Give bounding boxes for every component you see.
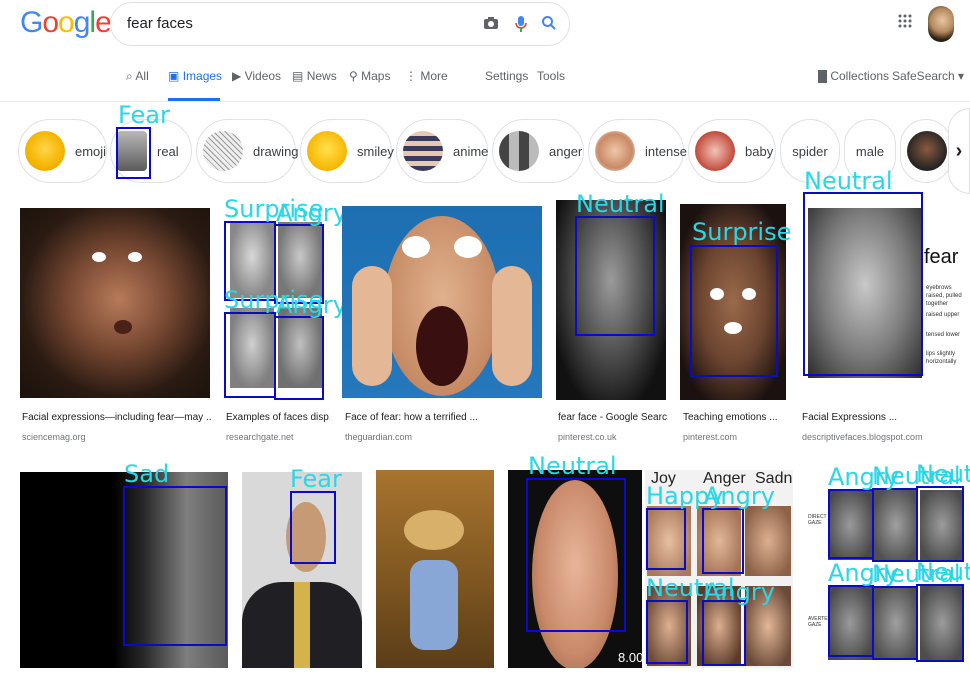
detection-label: Fear <box>290 465 342 493</box>
account-avatar[interactable] <box>928 6 954 42</box>
tab-more[interactable]: ⋮ More <box>405 69 448 83</box>
chip-thumbnail <box>907 131 947 171</box>
result-image[interactable] <box>20 208 210 398</box>
image-icon: ▣ <box>168 69 180 83</box>
detection-label: Surprise <box>692 218 792 246</box>
result-image[interactable] <box>342 206 542 398</box>
detection-box <box>116 127 151 179</box>
result-caption[interactable]: Facial Expressions ... <box>802 412 962 423</box>
chip-thumbnail <box>25 131 65 171</box>
news-icon: ▤ <box>292 69 304 83</box>
map-pin-icon: ⚲ <box>349 69 358 83</box>
tab-videos[interactable]: ▶ Videos <box>232 69 281 83</box>
tools-link[interactable]: Tools <box>537 69 565 83</box>
detection-label: Angry <box>276 291 347 319</box>
detection-box <box>274 316 324 400</box>
detection-box <box>916 584 964 662</box>
detection-label: Neutral <box>576 190 665 218</box>
detection-label: Fear <box>118 101 170 129</box>
chip-thumbnail <box>307 131 347 171</box>
detection-label: Sad <box>124 460 170 488</box>
chip-thumbnail <box>695 131 735 171</box>
detection-box <box>224 312 276 398</box>
chip-anime[interactable]: anime <box>396 119 488 183</box>
chip-thumbnail <box>203 131 243 171</box>
detection-box <box>646 600 688 664</box>
detection-box <box>702 600 746 666</box>
result-source[interactable]: researchgate.net <box>226 432 294 442</box>
microphone-icon[interactable] <box>511 15 531 35</box>
chip-smiley[interactable]: smiley <box>300 119 394 183</box>
detection-label: Neutral <box>916 460 970 488</box>
detection-box <box>872 586 918 660</box>
detection-label: Neutral <box>916 558 970 586</box>
result-source[interactable]: sciencemag.org <box>22 432 86 442</box>
chip-emoji[interactable]: emoji <box>18 119 107 183</box>
detection-box <box>526 478 626 632</box>
settings-link[interactable]: Settings <box>485 69 528 83</box>
result-caption[interactable]: Teaching emotions ... <box>683 412 793 423</box>
detection-box <box>290 491 336 564</box>
search-box[interactable]: fear faces <box>110 2 570 46</box>
tab-all[interactable]: ⌕ All <box>126 69 149 84</box>
detection-box <box>803 192 923 376</box>
camera-icon[interactable] <box>481 15 501 35</box>
result-image[interactable] <box>376 470 494 668</box>
chip-thumbnail <box>403 131 443 171</box>
detection-box <box>123 486 227 646</box>
tab-maps[interactable]: ⚲ Maps <box>349 69 390 83</box>
chip-baby[interactable]: baby <box>688 119 776 183</box>
safesearch-menu[interactable]: SafeSearch ▾ <box>892 69 964 83</box>
result-source[interactable]: theguardian.com <box>345 432 412 442</box>
search-input[interactable]: fear faces <box>127 15 193 32</box>
chip-anger[interactable]: anger <box>492 119 584 183</box>
detection-label: Angry <box>704 482 775 510</box>
detection-label: Neutral <box>804 167 893 195</box>
detection-box <box>646 508 686 570</box>
detection-box <box>690 245 778 377</box>
search-icon: ⌕ <box>126 69 133 83</box>
detection-box <box>828 585 874 657</box>
google-logo[interactable]: Google <box>20 6 112 40</box>
detection-label: Neutral <box>528 452 617 480</box>
result-caption[interactable]: Examples of faces disp... <box>226 412 330 423</box>
chip-drawing[interactable]: drawing <box>196 119 299 183</box>
result-source[interactable]: pinterest.com <box>683 432 737 442</box>
tab-news[interactable]: ▤ News <box>292 69 337 83</box>
bookmark-icon <box>818 70 827 84</box>
chevron-right-icon[interactable]: › <box>948 108 970 194</box>
apps-grid-icon[interactable] <box>898 14 912 31</box>
detection-box <box>872 488 918 562</box>
more-icon: ⋮ <box>405 69 417 83</box>
detection-box <box>916 486 964 562</box>
result-source[interactable]: descriptivefaces.blogspot.com <box>802 432 923 442</box>
detection-label: Angry <box>704 578 775 606</box>
chip-unlabeled[interactable] <box>900 119 952 183</box>
detection-label: Angry <box>276 199 347 227</box>
video-icon: ▶ <box>232 69 242 83</box>
chip-thumbnail <box>499 131 539 171</box>
result-caption[interactable]: fear face - Google Searc... <box>558 412 668 423</box>
chip-thumbnail <box>595 131 635 171</box>
search-icon[interactable] <box>539 15 559 35</box>
result-caption[interactable]: Facial expressions—including fear—may ..… <box>22 412 212 423</box>
detection-box <box>828 489 874 559</box>
tab-images[interactable]: ▣ Images <box>168 69 222 83</box>
result-source[interactable]: pinterest.co.uk <box>558 432 617 442</box>
result-caption[interactable]: Face of fear: how a terrified ... <box>345 412 545 423</box>
detection-box <box>575 216 655 336</box>
collections-link[interactable]: Collections <box>818 69 889 84</box>
chip-intense[interactable]: intense <box>588 119 687 183</box>
detection-box <box>702 508 744 574</box>
